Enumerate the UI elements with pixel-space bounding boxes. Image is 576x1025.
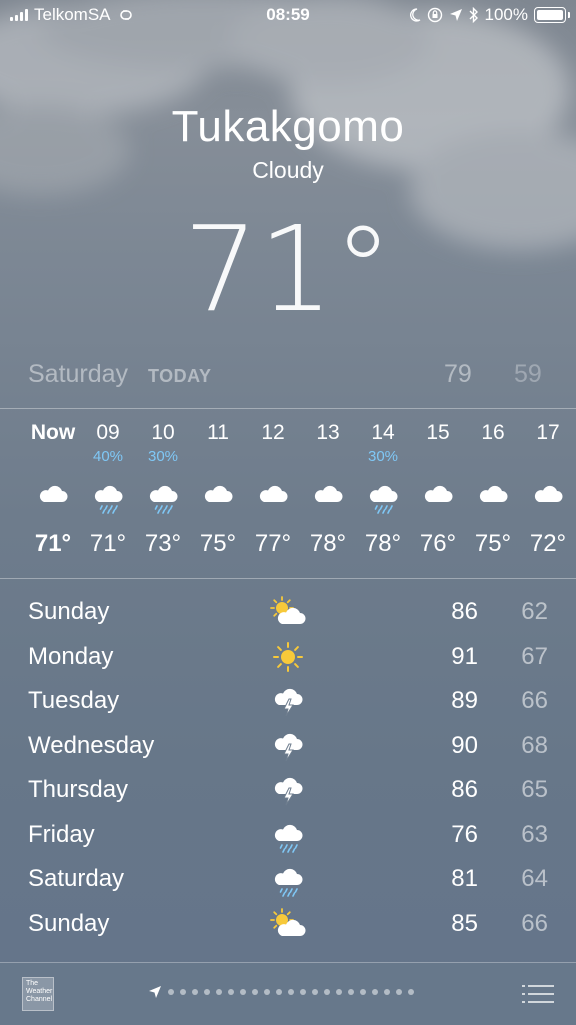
hourly-forecast[interactable]: Now 71° 09 40% 71° 10 30% 73° 11 75° 12 77° 13 78° 14 3… [0,420,576,570]
day-name: Sunday [28,598,110,625]
daily-row: Wednesday 90 68 [0,724,576,768]
daily-row: Saturday 81 64 [0,857,576,901]
day-low: 65 [521,776,548,803]
day-high: 86 [451,598,478,625]
bluetooth-icon [469,7,478,23]
rotation-lock-icon [427,7,442,23]
page-dot[interactable] [324,989,330,995]
day-low: 66 [521,909,548,937]
page-dot[interactable] [276,989,282,995]
day-low: 64 [521,865,548,892]
day-name: Saturday [28,865,125,892]
thunderstorm-icon [268,772,308,808]
today-high: 79 [444,360,472,388]
day-name: Tuesday [28,687,120,714]
day-low: 67 [521,642,548,670]
precip-chance [513,448,576,466]
page-dot[interactable] [300,989,306,995]
page-dot[interactable] [168,989,174,995]
current-condition: Cloudy [252,157,324,183]
page-dot[interactable] [348,989,354,995]
day-name: Wednesday [28,731,155,759]
page-dot[interactable] [180,989,186,995]
moon-icon [409,8,420,22]
divider [0,578,576,579]
page-dot[interactable] [408,989,414,995]
day-low: 62 [521,598,548,625]
daily-row: Friday 76 63 [0,813,576,857]
daily-row: Sunday 86 62 [0,590,576,634]
status-bar: TelkomSA 08:59 100% [0,0,576,30]
daily-row: Tuesday 89 66 [0,679,576,723]
today-low: 59 [514,360,542,388]
page-dot[interactable] [384,989,390,995]
today-day: Saturday [28,360,129,388]
page-dot[interactable] [360,989,366,995]
daily-row: Monday 91 67 [0,635,576,679]
page-dot[interactable] [216,989,222,995]
page-dot[interactable] [396,989,402,995]
page-dot[interactable] [264,989,270,995]
daily-row: Thursday 86 65 [0,768,576,812]
day-name: Sunday [28,909,110,937]
cloud-rain-icon [268,817,308,853]
list-icon[interactable] [522,983,554,1005]
day-high: 91 [451,642,478,670]
today-summary: Saturday TODAY 79 59 [28,360,548,394]
thunderstorm-icon [268,683,308,719]
day-high: 89 [451,687,478,714]
current-temperature: 71° [183,200,393,338]
daily-row: Sunday 85 66 [0,902,576,946]
location-arrow-icon [149,986,161,998]
sun-icon [268,639,308,675]
location-arrow-icon [449,9,462,21]
day-low: 66 [521,687,548,714]
day-name: Thursday [28,776,129,803]
hour-label: 17 [536,421,560,444]
day-low: 63 [521,820,548,848]
page-dot[interactable] [336,989,342,995]
cloud-rain-icon [268,861,308,897]
day-high: 76 [451,820,478,848]
divider [0,408,576,409]
day-high: 90 [451,731,478,759]
hourly-item: 17 72° [513,420,576,558]
page-dot[interactable] [252,989,258,995]
page-dot[interactable] [228,989,234,995]
page-indicator[interactable] [148,985,414,999]
bottom-toolbar: The Weather Channel [0,962,576,1025]
page-dot[interactable] [288,989,294,995]
battery-percent: 100% [484,5,528,24]
page-dot[interactable] [240,989,246,995]
page-dot[interactable] [204,989,210,995]
city-name: Tukakgomo [171,102,405,151]
day-high: 85 [451,909,478,937]
day-high: 81 [451,865,478,892]
day-name: Friday [28,820,95,848]
partly-sunny-icon [268,594,308,630]
page-dot[interactable] [372,989,378,995]
day-name: Monday [28,642,114,670]
cloud-icon [513,478,576,514]
page-dot[interactable] [312,989,318,995]
thunderstorm-icon [268,728,308,764]
day-low: 68 [521,731,548,759]
page-dot[interactable] [192,989,198,995]
hour-temperature: 72° [529,530,567,557]
day-high: 86 [451,776,478,803]
weather-channel-logo[interactable]: The Weather Channel [22,977,54,1011]
today-tag: TODAY [148,366,212,386]
battery-icon [534,7,570,23]
partly-sunny-icon [268,906,308,942]
